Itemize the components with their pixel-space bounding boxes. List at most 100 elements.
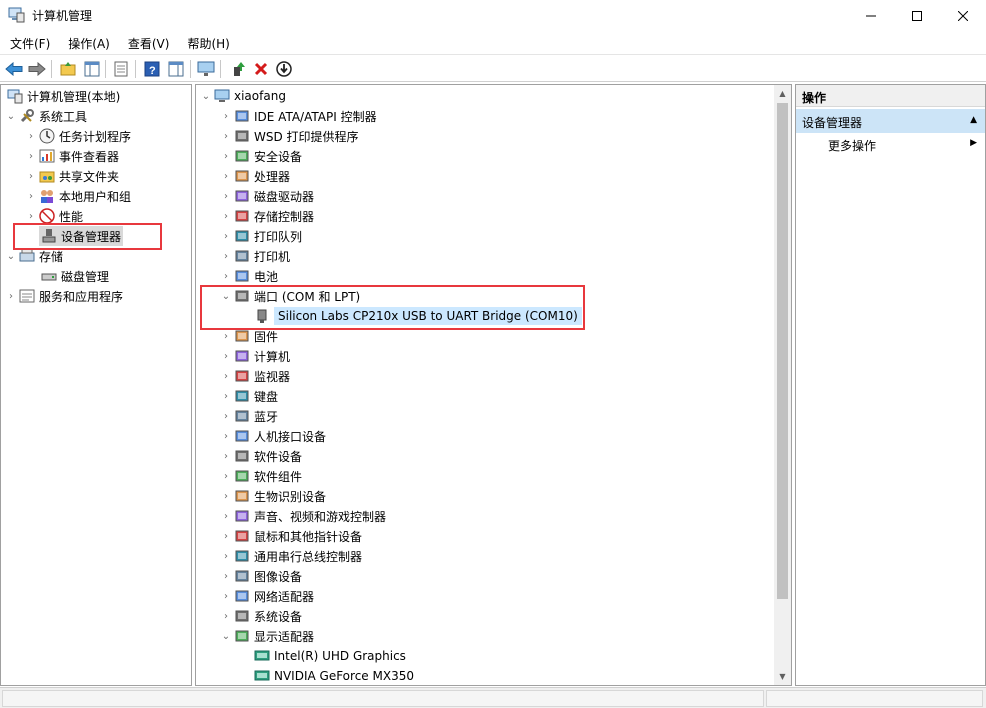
device-category[interactable]: › 安全设备 xyxy=(220,146,302,166)
device-category[interactable]: › 软件组件 xyxy=(220,466,302,486)
device-category[interactable]: › 电池 xyxy=(220,266,278,286)
minimize-button[interactable] xyxy=(848,0,894,31)
close-button[interactable] xyxy=(940,0,986,31)
menu-view[interactable]: 查看(V) xyxy=(118,31,178,53)
chevron-right-icon[interactable]: › xyxy=(220,206,232,226)
device-category[interactable]: › 网络适配器 xyxy=(220,586,314,606)
chevron-down-icon[interactable]: ⌄ xyxy=(200,86,212,106)
chevron-right-icon[interactable]: › xyxy=(220,106,232,126)
back-button[interactable] xyxy=(4,59,24,79)
update-driver-button[interactable] xyxy=(228,59,248,79)
update-driver-icon xyxy=(234,62,245,76)
device-tree-computer[interactable]: ⌄ xiaofang xyxy=(200,86,286,106)
tree-services-apps[interactable]: › 服务和应用程序 xyxy=(5,286,123,306)
properties-button[interactable] xyxy=(111,59,131,79)
device-category[interactable]: › 声音、视频和游戏控制器 xyxy=(220,506,386,526)
computer-management-icon xyxy=(7,89,23,104)
scrollbar-thumb[interactable] xyxy=(777,103,788,599)
device-category[interactable]: › 软件设备 xyxy=(220,446,302,466)
computer-management-icon xyxy=(8,7,25,23)
chevron-right-icon[interactable]: › xyxy=(220,586,232,606)
chevron-right-icon[interactable]: › xyxy=(220,506,232,526)
chevron-right-icon[interactable]: › xyxy=(220,146,232,166)
more-actions-item[interactable]: 更多操作 ▶ xyxy=(796,133,985,155)
chevron-right-icon[interactable]: › xyxy=(220,426,232,446)
chevron-right-icon[interactable]: › xyxy=(220,126,232,146)
device-category-display[interactable]: ⌄ 显示适配器 xyxy=(220,626,314,646)
chevron-right-icon[interactable]: › xyxy=(220,186,232,206)
chevron-right-icon[interactable]: › xyxy=(220,606,232,626)
device-category[interactable]: › 鼠标和其他指针设备 xyxy=(220,526,362,546)
menu-help[interactable]: 帮助(H) xyxy=(177,31,237,53)
chevron-right-icon[interactable]: › xyxy=(220,246,232,266)
scroll-up-arrow-icon[interactable]: ▲ xyxy=(774,85,791,102)
tree-local-users[interactable]: › 本地用户和组 xyxy=(25,186,131,206)
chevron-right-icon[interactable]: › xyxy=(25,186,37,206)
chevron-right-icon[interactable]: › xyxy=(220,466,232,486)
tree-disk-management[interactable]: 磁盘管理 xyxy=(39,266,109,286)
show-tree-button[interactable] xyxy=(82,59,102,79)
device-category-label: 固件 xyxy=(254,329,279,344)
forward-button[interactable] xyxy=(27,59,47,79)
highlight-box xyxy=(200,285,585,330)
device-display-adapter[interactable]: NVIDIA GeForce MX350 xyxy=(240,666,414,685)
help-button[interactable]: ? xyxy=(142,59,162,79)
chevron-right-icon[interactable]: › xyxy=(220,406,232,426)
chevron-right-icon[interactable]: › xyxy=(220,346,232,366)
device-display-adapter[interactable]: Intel(R) UHD Graphics xyxy=(240,646,406,666)
tree-root[interactable]: 计算机管理(本地) xyxy=(5,86,120,106)
chevron-right-icon[interactable]: › xyxy=(220,566,232,586)
collapse-up-icon[interactable]: ▲ xyxy=(970,115,977,125)
tree-services-apps-label: 服务和应用程序 xyxy=(39,289,124,304)
device-category[interactable]: › 打印机 xyxy=(220,246,290,266)
chevron-down-icon[interactable]: ⌄ xyxy=(220,626,232,646)
chevron-right-icon[interactable]: › xyxy=(25,146,37,166)
tree-event-viewer[interactable]: › 事件查看器 xyxy=(25,146,119,166)
chevron-right-icon[interactable]: › xyxy=(220,386,232,406)
tree-system-tools[interactable]: ⌄ 系统工具 xyxy=(5,106,87,126)
chevron-right-icon[interactable]: › xyxy=(220,166,232,186)
maximize-button[interactable] xyxy=(894,0,940,31)
device-category[interactable]: › 处理器 xyxy=(220,166,290,186)
chevron-right-icon[interactable]: › xyxy=(220,446,232,466)
actions-section-device-manager[interactable]: 设备管理器 ▲ xyxy=(796,109,985,133)
chevron-right-icon[interactable]: › xyxy=(220,486,232,506)
action-pane-button[interactable] xyxy=(166,59,186,79)
up-folder-button[interactable] xyxy=(58,59,78,79)
scan-hardware-button[interactable] xyxy=(196,59,216,79)
chevron-right-icon[interactable]: › xyxy=(220,226,232,246)
device-category[interactable]: › 生物识别设备 xyxy=(220,486,326,506)
device-category[interactable]: › IDE ATA/ATAPI 控制器 xyxy=(220,106,377,126)
chevron-right-icon[interactable]: › xyxy=(5,286,17,306)
disable-device-button[interactable] xyxy=(274,59,294,79)
vertical-scrollbar[interactable]: ▲ ▼ xyxy=(774,85,791,685)
monitor-icon xyxy=(197,61,215,76)
device-category[interactable]: › 存储控制器 xyxy=(220,206,314,226)
device-category[interactable]: › 图像设备 xyxy=(220,566,302,586)
device-category[interactable]: › 监视器 xyxy=(220,366,290,386)
device-category[interactable]: › 计算机 xyxy=(220,346,290,366)
chevron-right-icon[interactable]: › xyxy=(25,166,37,186)
chevron-right-icon[interactable]: › xyxy=(25,126,37,146)
menu-action[interactable]: 操作(A) xyxy=(58,31,118,53)
chevron-right-icon[interactable]: › xyxy=(220,366,232,386)
chevron-down-icon[interactable]: ⌄ xyxy=(5,106,17,126)
device-category[interactable]: › 人机接口设备 xyxy=(220,426,326,446)
chevron-right-icon[interactable]: › xyxy=(220,266,232,286)
scroll-down-arrow-icon[interactable]: ▼ xyxy=(774,668,791,685)
device-category[interactable]: › 通用串行总线控制器 xyxy=(220,546,362,566)
toolbar: ? xyxy=(0,54,986,82)
uninstall-button[interactable] xyxy=(251,59,271,79)
tree-shared-folders[interactable]: › 共享文件夹 xyxy=(25,166,119,186)
chevron-right-icon[interactable]: › xyxy=(220,526,232,546)
tree-task-scheduler[interactable]: › 任务计划程序 xyxy=(25,126,131,146)
device-category[interactable]: › WSD 打印提供程序 xyxy=(220,126,359,146)
menu-file[interactable]: 文件(F) xyxy=(0,31,58,53)
device-category[interactable]: › 系统设备 xyxy=(220,606,302,626)
device-category[interactable]: › 磁盘驱动器 xyxy=(220,186,314,206)
device-category-label: 打印队列 xyxy=(254,229,303,244)
device-category[interactable]: › 打印队列 xyxy=(220,226,302,246)
device-category[interactable]: › 蓝牙 xyxy=(220,406,278,426)
chevron-right-icon[interactable]: › xyxy=(220,546,232,566)
device-category[interactable]: › 键盘 xyxy=(220,386,278,406)
